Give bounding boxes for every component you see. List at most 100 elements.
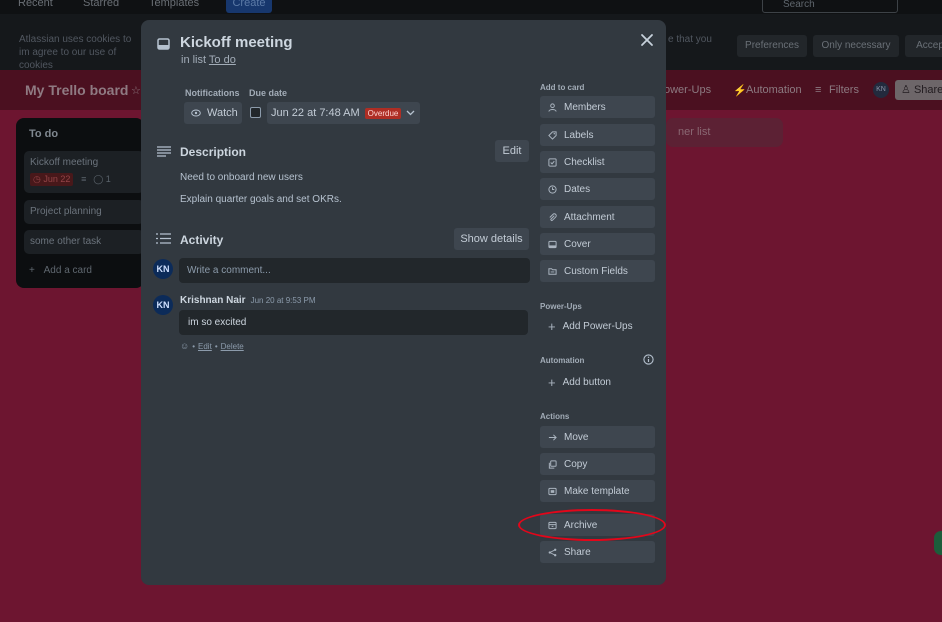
eye-icon [191,109,201,117]
starred-menu[interactable]: Starred [83,0,119,9]
labels-button[interactable]: Labels [540,124,655,146]
watch-label: Watch [207,107,238,119]
dates-button[interactable]: Dates [540,178,655,200]
create-button[interactable]: Create [226,0,272,13]
cookie-only-necessary-button[interactable]: Only necessary [813,35,899,57]
star-icon[interactable]: ☆ [131,84,141,97]
attachment-label: Attachment [564,211,615,223]
attachment-button[interactable]: Attachment [540,206,655,228]
clock-icon [548,184,557,194]
due-badge-text: Jun 22 [43,174,71,184]
cover-icon [548,240,557,248]
custom-fields-icon [548,267,557,275]
share-icon [548,548,557,556]
search-input[interactable]: Search [762,0,898,13]
due-date-label: Due date [249,88,288,98]
custom-fields-label: Custom Fields [564,265,628,277]
cookie-preferences-button[interactable]: Preferences [737,35,807,57]
card-title: Kickoff meeting [30,157,99,168]
description-indicator-icon: ≡ [81,174,87,184]
comment-input[interactable]: Write a comment... [179,258,530,283]
due-complete-checkbox[interactable] [250,107,261,118]
recent-menu[interactable]: Recent [18,0,53,9]
add-card-button[interactable]: + Add a card [29,265,92,276]
info-icon[interactable] [643,354,654,365]
archive-label: Archive [564,519,598,531]
checklist-button[interactable]: Checklist [540,151,655,173]
add-card-label: Add a card [43,265,92,276]
description-line: Explain quarter goals and set OKRs. [180,194,342,205]
automation-icon: ⚡ [733,85,747,97]
checklist-label: Checklist [564,156,605,168]
filters-button[interactable]: Filters [829,84,859,96]
add-to-card-heading: Add to card [540,83,585,92]
person-icon: ♙ [901,84,911,96]
members-button[interactable]: Members [540,96,655,118]
list-title[interactable]: To do [29,128,58,140]
list-card[interactable]: Kickoff meeting ◷ Jun 22 ≡ ◯ 1 [24,151,144,193]
cookie-accept-button[interactable]: Accep [905,35,942,57]
power-ups-button[interactable]: ower-Ups [664,84,711,96]
add-power-ups-label: Add Power-Ups [562,320,633,332]
list-card[interactable]: Project planning [24,200,144,224]
labels-label: Labels [564,129,594,141]
cookie-text-right: e that you [668,34,712,45]
checklist-icon [548,157,557,167]
share-board-button[interactable]: ♙ Share [895,80,942,100]
share-card-label: Share [564,546,591,558]
add-another-list[interactable]: ner list [666,118,783,147]
make-template-button[interactable]: Make template [540,480,655,502]
add-reaction-icon[interactable]: ☺ [180,341,189,351]
edit-description-button[interactable]: Edit [495,140,529,162]
comment-author: Krishnan Nair [180,295,246,306]
floating-help-button[interactable] [934,531,942,555]
share-card-button[interactable]: Share [540,541,655,563]
notifications-label: Notifications [185,88,240,98]
arrow-right-icon [548,433,557,441]
archive-icon [548,521,557,529]
list-card[interactable]: some other task [24,230,144,254]
archive-button[interactable]: Archive [540,514,655,536]
share-board-label: Share [913,84,942,96]
avatar[interactable]: KN [153,259,173,279]
cover-button[interactable]: Cover [540,233,655,255]
dates-label: Dates [564,183,591,195]
board-title[interactable]: My Trello board [25,82,128,98]
watch-button[interactable]: Watch [184,102,242,124]
top-navigation-bar: Recent Starred Templates Create Search [0,0,942,14]
description-title: Description [180,145,247,159]
automation-button[interactable]: Automation [746,84,802,96]
members-label: Members [564,101,606,113]
card-detail-modal: Kickoff meeting in list To do Notificati… [141,20,666,585]
show-details-button[interactable]: Show details [454,228,529,250]
member-avatar[interactable]: KN [873,82,889,98]
add-button-button[interactable]: + Add button [540,371,655,393]
member-icon [548,102,557,112]
card-icon [157,38,170,50]
activity-icon [156,233,171,244]
comment-time[interactable]: Jun 20 at 9:53 PM [251,296,316,305]
due-date-button[interactable]: Jun 22 at 7:48 AM Overdue [267,102,420,124]
list-to-do: To do Kickoff meeting ◷ Jun 22 ≡ ◯ 1 Pro… [16,118,144,288]
card-list-info: in list To do [181,54,236,66]
chevron-down-icon [406,110,415,116]
comment-count: ◯ 1 [93,174,111,184]
delete-comment-link[interactable]: Delete [221,342,244,351]
template-icon [548,487,557,495]
edit-comment-link[interactable]: Edit [198,342,212,351]
comment-header: Krishnan Nair Jun 20 at 9:53 PM [180,295,316,306]
custom-fields-button[interactable]: Custom Fields [540,260,655,282]
templates-menu[interactable]: Templates [149,0,199,9]
move-button[interactable]: Move [540,426,655,448]
due-date-value: Jun 22 at 7:48 AM [271,107,360,119]
card-title[interactable]: Kickoff meeting [180,34,293,51]
automation-heading: Automation [540,356,585,365]
plus-icon: + [548,374,556,390]
list-link[interactable]: To do [209,54,236,66]
copy-button[interactable]: Copy [540,453,655,475]
close-icon[interactable] [640,33,654,47]
add-power-ups-button[interactable]: + Add Power-Ups [540,315,655,337]
avatar[interactable]: KN [153,295,173,315]
copy-icon [548,459,557,469]
cookie-text: Atlassian uses cookies to im agree to ou… [19,34,132,71]
